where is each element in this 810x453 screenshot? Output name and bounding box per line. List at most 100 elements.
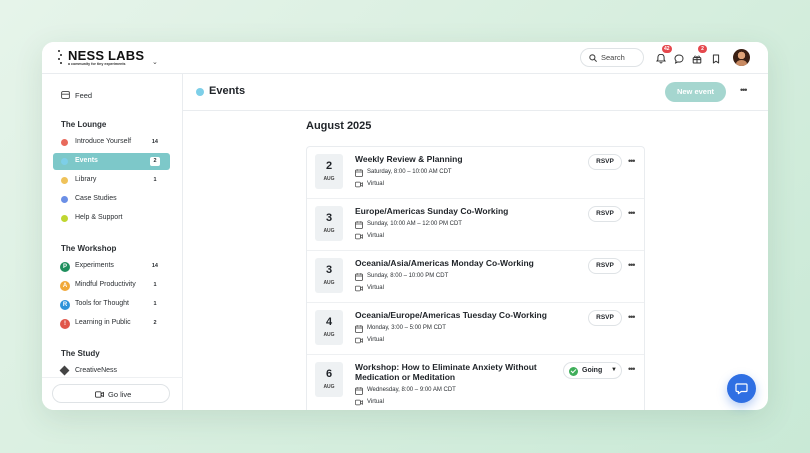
calendar-icon	[355, 169, 363, 177]
brand-tagline: a community for tiny experiments	[68, 62, 126, 66]
calendar-icon	[355, 273, 363, 281]
unread-count: 1	[150, 281, 160, 290]
updates-badge: 2	[698, 45, 707, 53]
unread-count: 1	[150, 300, 160, 309]
event-time: Wednesday, 8:00 – 9:00 AM CDT	[367, 387, 456, 393]
event-title[interactable]: Weekly Review & Planning	[355, 154, 560, 164]
event-time: Sunday, 8:00 – 10:00 PM CDT	[367, 273, 449, 279]
brand-name: NESS LABS	[68, 48, 145, 63]
notifications-badge: 42	[662, 45, 672, 53]
video-camera-icon	[355, 285, 363, 292]
logo-dots-icon	[58, 50, 64, 66]
bookmark-icon	[712, 54, 720, 64]
check-circle-icon	[569, 366, 578, 376]
top-bar: NESS LABS a community for tiny experimen…	[42, 42, 768, 74]
brand-logo[interactable]: NESS LABS a community for tiny experimen…	[58, 48, 158, 68]
event-day: 6	[325, 368, 333, 380]
event-card[interactable]: 3 AUG Europe/Americas Sunday Co-Working …	[307, 199, 644, 251]
chat-bubble-icon	[674, 54, 684, 64]
more-options-icon[interactable]: •••	[628, 260, 636, 270]
event-time: Saturday, 8:00 – 10:00 AM CDT	[367, 169, 452, 175]
chevron-down-icon[interactable]: ⌄	[152, 58, 158, 66]
month-heading: August 2025	[306, 120, 372, 132]
sidebar-item-library[interactable]: Library 1	[53, 172, 170, 189]
event-date-badge: 4 AUG	[315, 310, 343, 345]
channel-dot-icon	[61, 177, 68, 184]
sidebar-item-label: Help & Support	[75, 214, 123, 221]
sidebar-item-label: Feed	[75, 91, 93, 100]
learning-in-public-icon: !	[60, 318, 70, 329]
avatar[interactable]	[733, 49, 750, 66]
go-live-label: Go live	[108, 390, 132, 399]
search-button[interactable]: Search	[580, 48, 644, 67]
unread-count: 14	[149, 138, 160, 147]
sidebar-item-tools-for-thought[interactable]: R Tools for Thought 1	[53, 296, 170, 313]
event-card[interactable]: 2 AUG Weekly Review & Planning Saturday,…	[307, 147, 644, 199]
video-camera-icon	[355, 181, 363, 188]
sidebar-item-label: Introduce Yourself	[75, 138, 132, 145]
event-date-badge: 3 AUG	[315, 258, 343, 293]
notifications-button[interactable]: 42	[656, 45, 672, 64]
rsvp-button[interactable]: RSVP	[588, 258, 622, 274]
more-options-icon[interactable]: •••	[628, 208, 636, 218]
calendar-icon	[355, 387, 363, 395]
search-icon	[589, 54, 597, 62]
event-card[interactable]: 6 AUG Workshop: How to Eliminate Anxiety…	[307, 355, 644, 410]
sidebar-item-experiments[interactable]: P Experiments 14	[53, 258, 170, 275]
go-live-button[interactable]: Go live	[52, 384, 170, 403]
sidebar-item-events[interactable]: Events 2	[53, 153, 170, 170]
event-month: AUG	[323, 228, 335, 234]
event-location: Virtual	[367, 337, 384, 343]
sidebar-item-label: Mindful Productivity	[75, 281, 136, 288]
going-dropdown[interactable]: Going ▼	[563, 362, 622, 379]
sidebar-item-label: Case Studies	[75, 195, 117, 202]
new-event-button[interactable]: New event	[665, 82, 726, 102]
channel-dot-icon	[61, 215, 68, 222]
section-title-study: The Study	[61, 349, 100, 358]
unread-count: 1	[150, 176, 160, 185]
event-month: AUG	[323, 332, 335, 338]
event-day: 3	[325, 264, 333, 276]
channel-dot-icon	[196, 88, 204, 96]
sidebar-item-label: Library	[75, 176, 97, 183]
event-title[interactable]: Europe/Americas Sunday Co-Working	[355, 206, 560, 216]
mindful-productivity-icon: A	[60, 280, 70, 291]
more-options-icon[interactable]: •••	[628, 312, 636, 322]
event-location: Virtual	[367, 181, 384, 187]
updates-button[interactable]: 2	[692, 45, 707, 64]
bookmarks-button[interactable]	[711, 51, 723, 64]
rsvp-button[interactable]: RSVP	[588, 154, 622, 170]
event-list: 2 AUG Weekly Review & Planning Saturday,…	[306, 146, 645, 410]
section-title-workshop: The Workshop	[61, 244, 117, 253]
event-title[interactable]: Oceania/Asia/Americas Monday Co-Working	[355, 258, 560, 268]
sidebar-item-introduce-yourself[interactable]: Introduce Yourself 14	[53, 134, 170, 151]
video-camera-icon	[95, 391, 104, 398]
tools-for-thought-icon: R	[60, 299, 70, 310]
sidebar-item-mindful-productivity[interactable]: A Mindful Productivity 1	[53, 277, 170, 294]
event-card[interactable]: 4 AUG Oceania/Europe/Americas Tuesday Co…	[307, 303, 644, 355]
more-options-icon[interactable]: •••	[628, 364, 636, 374]
sidebar-divider	[42, 377, 183, 378]
more-options-icon[interactable]: •••	[740, 85, 748, 95]
sidebar-item-case-studies[interactable]: Case Studies	[53, 191, 170, 208]
page-title: Events	[209, 85, 246, 97]
messages-button[interactable]	[674, 51, 686, 64]
rsvp-button[interactable]: RSVP	[588, 206, 622, 222]
rsvp-button[interactable]: RSVP	[588, 310, 622, 326]
chat-launcher-button[interactable]	[727, 374, 756, 403]
video-camera-icon	[355, 337, 363, 344]
event-card[interactable]: 3 AUG Oceania/Asia/Americas Monday Co-Wo…	[307, 251, 644, 303]
sidebar-item-label: Events	[75, 157, 98, 164]
sidebar-item-learning-in-public[interactable]: ! Learning in Public 2	[53, 315, 170, 332]
channel-dot-icon	[61, 139, 68, 146]
event-title[interactable]: Oceania/Europe/Americas Tuesday Co-Worki…	[355, 310, 560, 320]
event-location: Virtual	[367, 285, 384, 291]
event-title[interactable]: Workshop: How to Eliminate Anxiety Witho…	[355, 362, 560, 382]
section-title-lounge: The Lounge	[61, 120, 107, 129]
event-location: Virtual	[367, 399, 384, 405]
sidebar-item-help-support[interactable]: Help & Support	[53, 210, 170, 227]
sidebar-item-label: Experiments	[75, 262, 114, 269]
calendar-icon	[355, 221, 363, 229]
more-options-icon[interactable]: •••	[628, 156, 636, 166]
chevron-down-icon: ▼	[611, 367, 617, 373]
